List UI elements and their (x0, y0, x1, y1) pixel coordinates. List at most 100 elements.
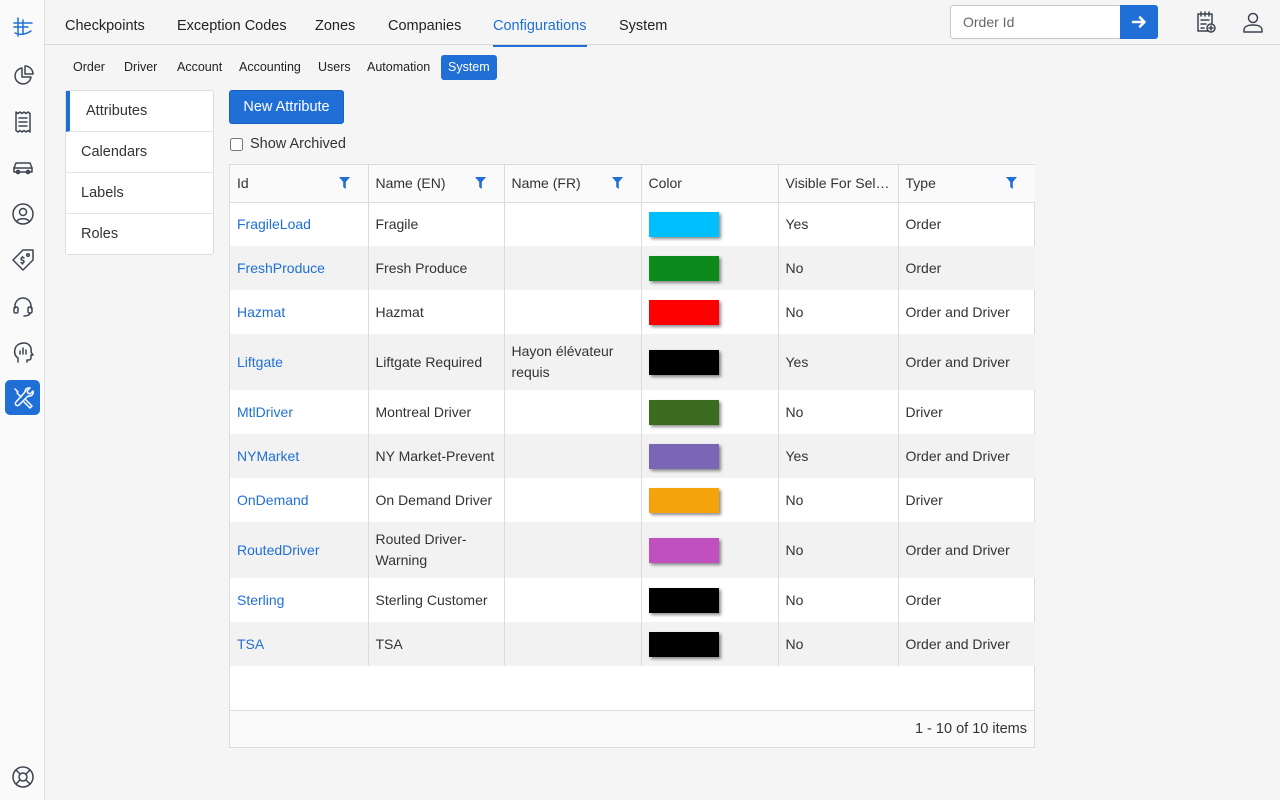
column-header-visible-for-self[interactable]: Visible For Self… (778, 165, 899, 203)
visible-cell: No (778, 578, 899, 622)
subtab-accounting[interactable]: Accounting (232, 55, 308, 80)
show-archived-label: Show Archived (250, 136, 346, 152)
name-fr-cell (504, 434, 642, 478)
arrow-right-icon (1131, 16, 1146, 28)
top-navigation-bar: Checkpoints Exception Codes Zones Compan… (45, 0, 1280, 47)
visible-cell: No (778, 622, 899, 666)
new-attribute-button[interactable]: New Attribute (229, 90, 344, 124)
table-row[interactable]: FragileLoad Fragile Yes Order (230, 202, 1035, 246)
subtab-system[interactable]: System (441, 55, 497, 80)
type-cell: Order (905, 215, 942, 232)
table-row[interactable]: Sterling Sterling Customer No Order (230, 578, 1035, 622)
filter-icon[interactable] (611, 177, 623, 189)
type-cell: Driver (905, 491, 943, 508)
color-swatch (648, 255, 719, 281)
type-cell: Order and Driver (898, 622, 1035, 666)
color-cell (641, 390, 779, 434)
column-header-label: Id (237, 175, 249, 192)
subtab-automation[interactable]: Automation (360, 55, 437, 80)
attribute-id-link[interactable]: NYMarket (230, 434, 369, 478)
side-menu-attributes[interactable]: Attributes (66, 91, 213, 132)
name-en-cell: On Demand Driver (368, 478, 505, 522)
tab-exception-codes[interactable]: Exception Codes (177, 18, 287, 34)
column-header-label: Visible For Self… (785, 175, 894, 192)
name-fr-cell (504, 478, 642, 522)
attribute-id-link[interactable]: Liftgate (230, 334, 369, 390)
help-lifebuoy-icon[interactable] (5, 759, 40, 794)
filter-icon[interactable] (1006, 177, 1017, 189)
type-cell: Driver (905, 403, 943, 420)
order-id-search-input[interactable] (950, 5, 1120, 39)
table-row[interactable]: NYMarket NY Market-Prevent Yes Order and… (230, 434, 1035, 478)
configuration-tools-icon[interactable] (5, 380, 40, 415)
dashboard-pie-icon[interactable] (5, 58, 40, 93)
table-row[interactable]: MtlDriver Montreal Driver No Driver (230, 390, 1035, 434)
table-row[interactable]: TSA TSA No Order and Driver (230, 622, 1035, 666)
attribute-id-link[interactable]: Sterling (230, 578, 369, 622)
table-row[interactable]: OnDemand On Demand Driver No Driver (230, 478, 1035, 522)
subtab-order[interactable]: Order (66, 55, 112, 80)
support-headset-icon[interactable] (5, 288, 40, 323)
filter-icon[interactable] (338, 177, 350, 189)
attribute-id-link[interactable]: TSA (230, 622, 369, 666)
table-row[interactable]: FreshProduce Fresh Produce No Order (230, 246, 1035, 290)
new-order-icon[interactable] (1193, 10, 1217, 34)
app-logo-icon[interactable] (5, 9, 40, 44)
attribute-id-link[interactable]: MtlDriver (230, 390, 369, 434)
attribute-id-link[interactable]: Hazmat (230, 290, 369, 334)
type-cell: Order and Driver (905, 303, 1010, 320)
table-row[interactable]: Liftgate Liftgate Required Hayon élévate… (230, 334, 1035, 390)
color-cell (641, 522, 779, 578)
visible-cell: No (778, 390, 899, 434)
tab-zones[interactable]: Zones (315, 18, 355, 34)
search-go-button[interactable] (1120, 5, 1158, 39)
grid-pager-info: 1 - 10 of 10 items (230, 710, 1034, 747)
attribute-id-link[interactable]: FreshProduce (230, 246, 369, 290)
attribute-id-link[interactable]: FragileLoad (230, 202, 369, 246)
account-user-icon[interactable] (1241, 10, 1265, 34)
visible-cell: No (778, 522, 899, 578)
color-swatch (648, 211, 719, 237)
subtab-users[interactable]: Users (311, 55, 358, 80)
visible-cell: Yes (778, 202, 899, 246)
tab-system[interactable]: System (619, 18, 667, 34)
side-menu-roles[interactable]: Roles (66, 214, 213, 255)
attribute-id-link[interactable]: RoutedDriver (230, 522, 369, 578)
settings-side-menu: Attributes Calendars Labels Roles (65, 90, 214, 255)
filter-icon[interactable] (474, 177, 486, 189)
visible-cell: No (778, 478, 899, 522)
color-swatch (648, 587, 719, 613)
show-archived-checkbox[interactable] (230, 137, 243, 151)
tab-companies[interactable]: Companies (388, 18, 461, 34)
attribute-id-link[interactable]: OnDemand (230, 478, 369, 522)
name-en-cell: Liftgate Required (368, 334, 505, 390)
column-header-type[interactable]: Type (898, 165, 1035, 203)
nav-rail (0, 0, 45, 800)
side-menu-calendars[interactable]: Calendars (66, 132, 213, 173)
subtab-driver[interactable]: Driver (117, 55, 164, 80)
analytics-head-icon[interactable] (5, 334, 40, 369)
name-fr-cell (504, 290, 642, 334)
show-archived-toggle[interactable]: Show Archived (229, 136, 346, 152)
side-menu-labels[interactable]: Labels (66, 173, 213, 214)
column-header-name-en[interactable]: Name (EN) (368, 165, 505, 203)
table-row[interactable]: RoutedDriver Routed Driver-Warning No Or… (230, 522, 1035, 578)
subtab-account[interactable]: Account (170, 55, 229, 80)
column-header-name-fr[interactable]: Name (FR) (504, 165, 642, 203)
name-en-cell: TSA (368, 622, 505, 666)
tab-configurations[interactable]: Configurations (493, 18, 587, 47)
orders-receipt-icon[interactable] (5, 104, 40, 139)
color-swatch (648, 443, 719, 469)
vehicle-car-icon[interactable] (5, 150, 40, 185)
visible-cell: Yes (778, 334, 899, 390)
color-cell (641, 202, 779, 246)
column-header-color[interactable]: Color (641, 165, 779, 203)
pricing-tag-icon[interactable] (5, 242, 40, 277)
tab-checkpoints[interactable]: Checkpoints (65, 18, 145, 34)
column-header-id[interactable]: Id (230, 165, 369, 203)
name-fr-cell (504, 246, 642, 290)
table-row[interactable]: Hazmat Hazmat No Order and Driver (230, 290, 1035, 334)
user-profile-icon[interactable] (5, 196, 40, 231)
color-cell (641, 290, 779, 334)
color-cell (641, 334, 779, 390)
